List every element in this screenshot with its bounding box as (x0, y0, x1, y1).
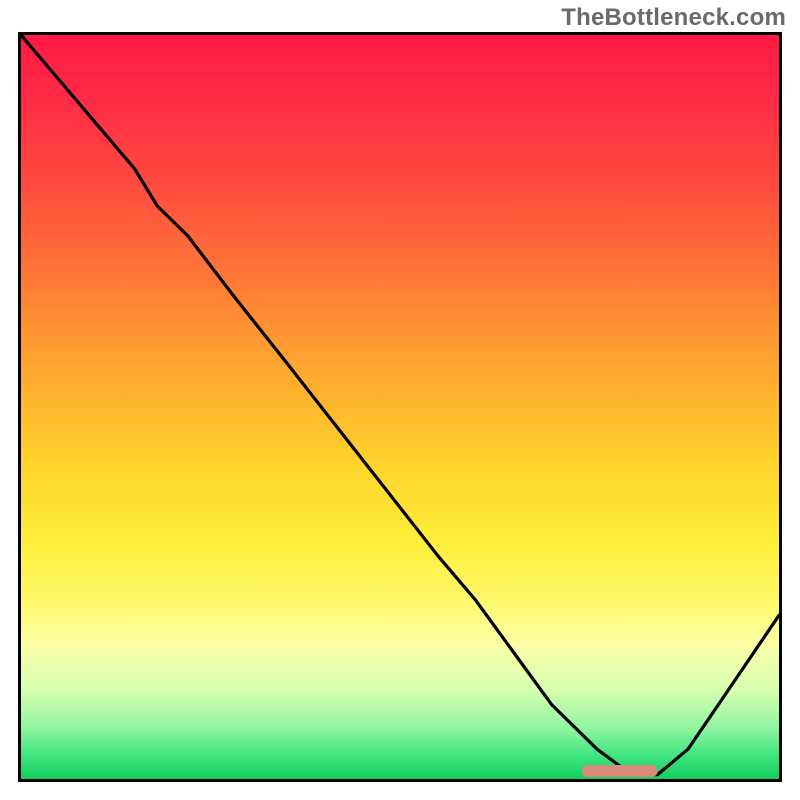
watermark-text: TheBottleneck.com (561, 4, 786, 32)
plot-frame (18, 32, 782, 782)
curve-layer (21, 35, 779, 779)
chart-container: TheBottleneck.com (0, 0, 800, 800)
optimal-zone-marker (582, 765, 658, 777)
bottleneck-curve (21, 35, 779, 775)
